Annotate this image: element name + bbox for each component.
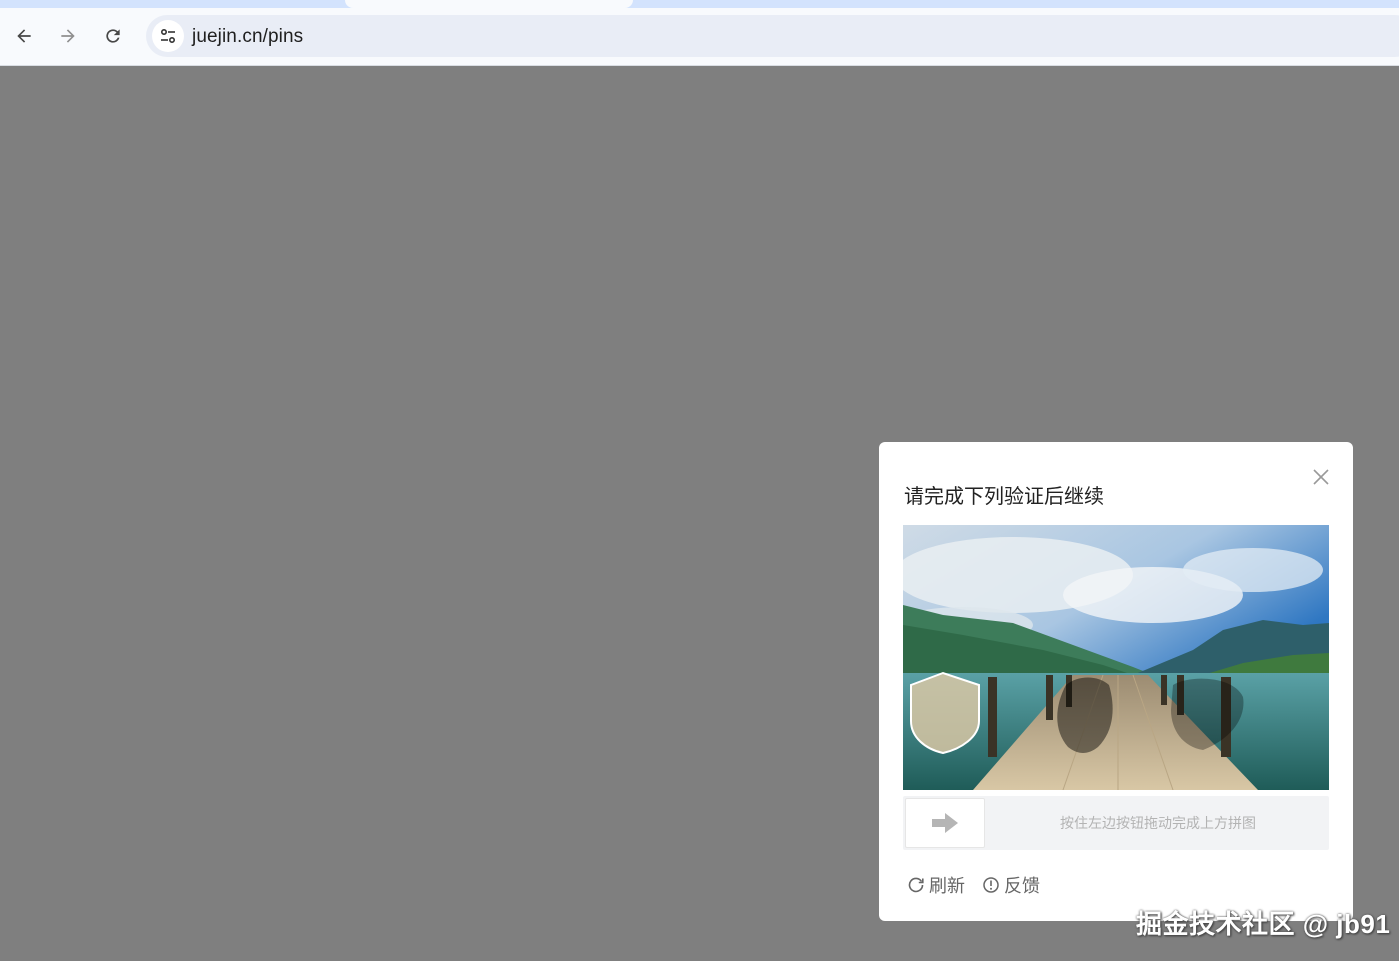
arrow-right-solid-icon — [932, 813, 958, 833]
arrow-right-icon — [61, 29, 75, 43]
refresh-button[interactable]: 刷新 — [907, 872, 965, 898]
exclamation-circle-icon — [983, 877, 999, 893]
address-bar[interactable]: juejin.cn/pins — [146, 15, 1399, 57]
watermark: 掘金技术社区 @ jb91 — [1136, 909, 1391, 939]
puzzle-image — [903, 525, 1329, 790]
refresh-icon — [908, 877, 924, 893]
back-button[interactable] — [8, 20, 40, 52]
browser-toolbar: juejin.cn/pins — [0, 8, 1399, 66]
site-info-button[interactable] — [152, 20, 184, 52]
arrow-left-icon — [17, 29, 31, 43]
reload-button[interactable] — [97, 20, 129, 52]
close-icon — [1313, 469, 1329, 485]
close-button[interactable] — [1310, 466, 1332, 488]
tab-strip — [0, 0, 1399, 8]
url-text[interactable]: juejin.cn/pins — [192, 26, 303, 48]
feedback-label: 反馈 — [1004, 876, 1040, 896]
feedback-button[interactable]: 反馈 — [982, 872, 1040, 898]
forward-button[interactable] — [52, 20, 84, 52]
reload-icon — [106, 29, 120, 43]
captcha-dialog: 请完成下列验证后继续 按住左边按钮拖动完成上方拼图 刷新 反馈 — [879, 442, 1353, 921]
slider-hint: 按住左边按钮拖动完成上方拼图 — [1060, 815, 1256, 831]
dialog-title: 请完成下列验证后继续 — [904, 486, 1104, 508]
slider-handle[interactable] — [905, 798, 985, 848]
refresh-label: 刷新 — [929, 876, 965, 896]
slider-track[interactable]: 按住左边按钮拖动完成上方拼图 — [903, 796, 1329, 850]
active-tab[interactable] — [345, 0, 633, 8]
tune-icon — [160, 28, 176, 44]
